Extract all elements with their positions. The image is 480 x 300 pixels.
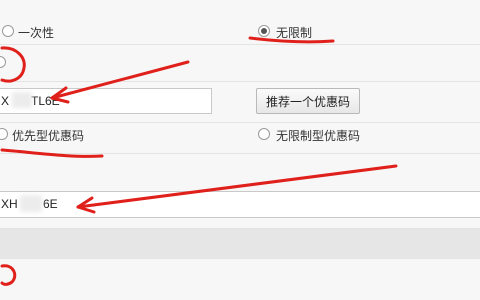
coupon-code-prefix-2: XH bbox=[1, 197, 18, 211]
option-row bbox=[0, 45, 480, 81]
label-priority-coupon: 优先型优惠码 bbox=[12, 129, 85, 143]
spacer-row bbox=[0, 154, 480, 182]
label-unlimited: 无限制 bbox=[276, 26, 313, 40]
coupon-code-input-2[interactable]: XH 6E bbox=[0, 191, 480, 218]
label-one-time: 一次性 bbox=[18, 26, 55, 40]
label-unlimited-coupon: 无限制型优惠码 bbox=[276, 129, 361, 143]
coupon-code-suffix-2: 6E bbox=[43, 197, 58, 211]
coupon-code-suffix: TL6E bbox=[31, 94, 60, 108]
radio-one-time[interactable] bbox=[2, 25, 14, 37]
radio-unlimited-coupon[interactable] bbox=[258, 128, 270, 140]
coupon-code-prefix: X bbox=[1, 94, 10, 108]
radio-unlimited[interactable] bbox=[258, 25, 270, 37]
coupon-settings-screen: 一次性 无限制 X TL6E 推荐一个优惠码 优先型优惠码 无限制型优惠码 XH… bbox=[0, 0, 480, 300]
usage-type-row bbox=[0, 0, 480, 44]
section-bar bbox=[0, 229, 480, 259]
redaction-blur bbox=[12, 92, 32, 108]
recommend-coupon-button[interactable]: 推荐一个优惠码 bbox=[256, 88, 360, 114]
redaction-blur bbox=[20, 195, 42, 212]
bottom-row bbox=[0, 259, 480, 300]
